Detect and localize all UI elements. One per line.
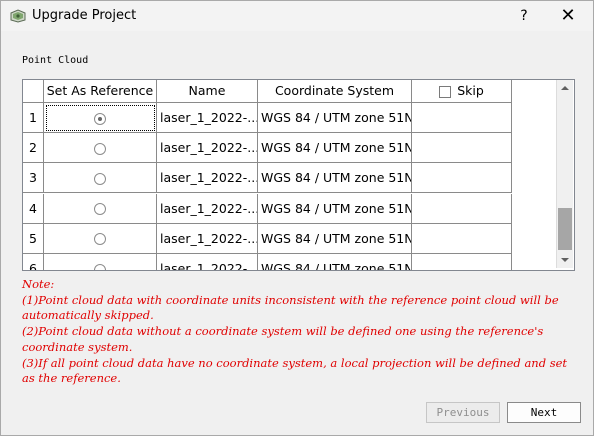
row-index: 1 xyxy=(23,103,44,133)
scroll-thumb[interactable] xyxy=(558,208,572,250)
next-button[interactable]: Next xyxy=(507,402,581,423)
scroll-down-arrow-icon[interactable] xyxy=(557,252,573,268)
skip-cell[interactable] xyxy=(412,133,512,164)
point-cloud-name: laser_1_2022-... xyxy=(157,133,258,164)
table-row[interactable]: 2 laser_1_2022-... WGS 84 / UTM zone 51N xyxy=(23,133,512,164)
note-line-2: (2)Point cloud data without a coordinate… xyxy=(22,324,544,354)
table-row[interactable]: 3 laser_1_2022-... WGS 84 / UTM zone 51N xyxy=(23,163,512,194)
skip-cell[interactable] xyxy=(412,193,512,224)
title-bar: Upgrade Project ? ✕ xyxy=(1,1,593,31)
reference-radio[interactable] xyxy=(94,172,106,185)
note-text: Note: (1)Point cloud data with coordinat… xyxy=(22,277,582,387)
skip-cell[interactable] xyxy=(412,223,512,254)
coordinate-system: WGS 84 / UTM zone 51N xyxy=(258,193,412,224)
note-line-1: (1)Point cloud data with coordinate unit… xyxy=(22,292,559,323)
row-index: 2 xyxy=(23,133,44,164)
reference-radio[interactable] xyxy=(94,263,106,270)
table-scrollbar[interactable] xyxy=(556,80,573,268)
reference-radio[interactable] xyxy=(94,233,106,246)
previous-button[interactable]: Previous xyxy=(426,402,500,423)
close-button[interactable]: ✕ xyxy=(556,5,580,27)
skip-cell[interactable] xyxy=(412,163,512,194)
reference-radio[interactable] xyxy=(94,112,106,125)
note-heading: Note: xyxy=(22,277,55,291)
section-label: Point Cloud xyxy=(22,55,89,66)
row-index: 5 xyxy=(23,223,44,254)
coordinate-system: WGS 84 / UTM zone 51N xyxy=(258,254,412,270)
header-name[interactable]: Name xyxy=(157,80,258,103)
reference-cell[interactable] xyxy=(44,133,157,164)
coordinate-system: WGS 84 / UTM zone 51N xyxy=(258,163,412,194)
scroll-up-arrow-icon[interactable] xyxy=(557,80,573,96)
reference-cell[interactable] xyxy=(44,103,157,133)
table-row[interactable]: 6 laser_1_2022-... WGS 84 / UTM zone 51N xyxy=(23,254,512,270)
reference-radio[interactable] xyxy=(94,203,106,216)
skip-cell[interactable] xyxy=(412,254,512,270)
point-cloud-table: Set As Reference Name Coordinate System … xyxy=(22,79,575,271)
point-cloud-name: laser_1_2022-... xyxy=(157,163,258,194)
table-row[interactable]: 1 laser_1_2022-... WGS 84 / UTM zone 51N xyxy=(23,103,512,133)
point-cloud-name: laser_1_2022-... xyxy=(157,193,258,224)
skip-all-checkbox[interactable] xyxy=(439,85,452,98)
reference-cell[interactable] xyxy=(44,193,157,224)
header-index xyxy=(23,80,44,103)
header-coordinate-system[interactable]: Coordinate System xyxy=(258,80,412,103)
window-title: Upgrade Project xyxy=(32,8,137,23)
header-skip-label: Skip xyxy=(457,83,484,98)
row-index: 3 xyxy=(23,163,44,194)
note-line-3: (3)If all point cloud data have no coord… xyxy=(22,355,568,386)
coordinate-system: WGS 84 / UTM zone 51N xyxy=(258,133,412,164)
coordinate-system: WGS 84 / UTM zone 51N xyxy=(258,223,412,254)
point-cloud-name: laser_1_2022-... xyxy=(157,223,258,254)
table-row[interactable]: 4 laser_1_2022-... WGS 84 / UTM zone 51N xyxy=(23,193,512,224)
point-cloud-name: laser_1_2022-... xyxy=(157,103,258,133)
help-button[interactable]: ? xyxy=(512,5,536,27)
point-cloud-name: laser_1_2022-... xyxy=(157,254,258,270)
coordinate-system: WGS 84 / UTM zone 51N xyxy=(258,103,412,133)
row-index: 4 xyxy=(23,193,44,224)
table-row[interactable]: 5 laser_1_2022-... WGS 84 / UTM zone 51N xyxy=(23,223,512,254)
header-set-as-reference[interactable]: Set As Reference xyxy=(44,80,157,103)
reference-cell[interactable] xyxy=(44,254,157,270)
reference-cell[interactable] xyxy=(44,223,157,254)
header-skip[interactable]: Skip xyxy=(412,80,512,103)
upgrade-project-dialog: Upgrade Project ? ✕ Point Cloud Set As R… xyxy=(0,0,594,436)
app-icon xyxy=(10,9,26,23)
reference-cell[interactable] xyxy=(44,163,157,194)
row-index: 6 xyxy=(23,254,44,270)
skip-cell[interactable] xyxy=(412,103,512,133)
reference-radio[interactable] xyxy=(94,142,106,155)
